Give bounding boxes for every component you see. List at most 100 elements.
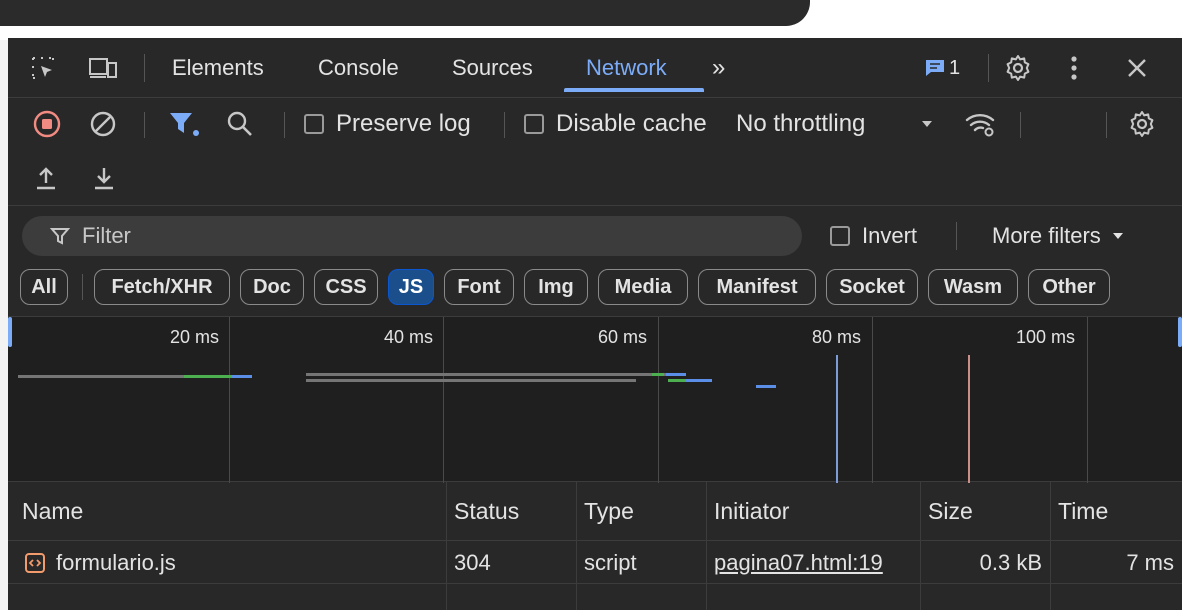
timeline-tick-label: 20 ms bbox=[170, 327, 220, 347]
timeline-tick-label: 60 ms bbox=[598, 327, 648, 347]
active-tab-indicator bbox=[564, 88, 704, 92]
filter-placeholder: Filter bbox=[82, 223, 131, 248]
type-filter-all[interactable]: All bbox=[20, 269, 68, 305]
initiator-link[interactable]: pagina07.html:19 bbox=[714, 550, 883, 576]
resource-type-filters: All Fetch/XHR Doc CSS JS Font Img Media … bbox=[8, 266, 1182, 312]
column-header-name[interactable]: Name bbox=[14, 482, 444, 540]
script-file-icon bbox=[24, 552, 46, 574]
tab-elements[interactable]: Elements bbox=[172, 38, 264, 98]
disable-cache-label: Disable cache bbox=[556, 110, 707, 137]
more-filters-dropdown[interactable]: More filters bbox=[992, 216, 1125, 256]
settings-gear-icon[interactable] bbox=[1004, 38, 1032, 98]
more-filters-label: More filters bbox=[992, 223, 1101, 248]
issues-badge[interactable]: 1 bbox=[924, 38, 960, 98]
column-header-size[interactable]: Size bbox=[920, 482, 1050, 540]
clear-icon[interactable] bbox=[88, 104, 118, 144]
close-icon[interactable] bbox=[1126, 38, 1148, 98]
browser-tab-strip bbox=[0, 0, 810, 26]
issues-icon bbox=[924, 58, 946, 78]
export-har-icon[interactable] bbox=[92, 158, 116, 198]
type-filter-img[interactable]: Img bbox=[524, 269, 588, 305]
toolbar-divider bbox=[284, 112, 285, 138]
filter-row: Filter Invert More filters bbox=[8, 206, 1182, 266]
cell-status: 304 bbox=[454, 550, 491, 575]
invert-label: Invert bbox=[862, 223, 918, 248]
toolbar-divider bbox=[144, 112, 145, 138]
filter-divider bbox=[956, 222, 957, 250]
table-row[interactable]: formulario.js 304 script pagina07.html:1… bbox=[8, 540, 1182, 584]
column-header-time[interactable]: Time bbox=[1050, 482, 1182, 540]
preserve-log-checkbox[interactable]: Preserve log bbox=[304, 104, 471, 144]
timeline-request-bar bbox=[756, 385, 776, 388]
timeline-left-handle[interactable] bbox=[8, 317, 12, 347]
device-toolbar-icon[interactable] bbox=[88, 38, 118, 98]
type-filter-wasm[interactable]: Wasm bbox=[928, 269, 1018, 305]
type-filter-font[interactable]: Font bbox=[444, 269, 514, 305]
record-stop-icon[interactable] bbox=[32, 104, 62, 144]
issues-count: 1 bbox=[949, 56, 961, 79]
chevron-down-icon[interactable] bbox=[920, 104, 934, 144]
tab-divider bbox=[144, 54, 145, 82]
toolbar-divider bbox=[1020, 112, 1021, 138]
type-filter-socket[interactable]: Socket bbox=[826, 269, 918, 305]
throttling-select[interactable]: No throttling bbox=[736, 104, 865, 144]
cell-size: 0.3 kB bbox=[979, 550, 1042, 575]
timeline-gridline bbox=[443, 317, 444, 483]
requests-table: Name Status Type Initiator Size Time for… bbox=[8, 482, 1182, 610]
devtools-panel: Elements Console Sources Network » 1 Pre… bbox=[8, 38, 1182, 610]
network-toolbar: Preserve log Disable cache No throttling bbox=[8, 98, 1182, 206]
type-filter-fetch-xhr[interactable]: Fetch/XHR bbox=[94, 269, 230, 305]
import-har-icon[interactable] bbox=[34, 158, 58, 198]
timeline-request-bar bbox=[184, 375, 232, 378]
preserve-log-box[interactable] bbox=[304, 114, 324, 134]
tab-console[interactable]: Console bbox=[318, 38, 399, 98]
type-filter-css[interactable]: CSS bbox=[314, 269, 378, 305]
timeline-request-bar bbox=[306, 373, 666, 376]
network-settings-gear-icon[interactable] bbox=[1128, 104, 1156, 144]
timeline-request-bar bbox=[666, 373, 686, 376]
type-filter-manifest[interactable]: Manifest bbox=[698, 269, 816, 305]
timeline-gridline bbox=[872, 317, 873, 483]
search-icon[interactable] bbox=[226, 104, 254, 144]
invert-checkbox[interactable]: Invert bbox=[830, 216, 917, 256]
column-header-status[interactable]: Status bbox=[446, 482, 576, 540]
preserve-log-label: Preserve log bbox=[336, 110, 471, 137]
timeline-tick-label: 80 ms bbox=[812, 327, 862, 347]
network-overview-timeline[interactable]: 20 ms 40 ms 60 ms 80 ms 100 ms bbox=[8, 316, 1182, 483]
filter-input[interactable]: Filter bbox=[22, 216, 802, 256]
type-filter-doc[interactable]: Doc bbox=[240, 269, 304, 305]
timeline-request-bar bbox=[232, 375, 252, 378]
filter-funnel-icon bbox=[50, 226, 70, 246]
type-filter-other[interactable]: Other bbox=[1028, 269, 1110, 305]
timeline-request-bar bbox=[306, 379, 636, 382]
cell-time: 7 ms bbox=[1126, 550, 1174, 575]
chevron-down-icon bbox=[1111, 231, 1125, 241]
invert-box[interactable] bbox=[830, 226, 850, 246]
timeline-tick-label: 100 ms bbox=[1016, 327, 1076, 347]
disable-cache-box[interactable] bbox=[524, 114, 544, 134]
more-tabs-button[interactable]: » bbox=[712, 38, 725, 98]
timeline-gridline bbox=[229, 317, 230, 483]
cell-initiator: pagina07.html:19 bbox=[706, 541, 920, 585]
inspect-element-icon[interactable] bbox=[30, 38, 56, 98]
timeline-request-bar bbox=[18, 375, 188, 378]
timeline-tick-label: 40 ms bbox=[384, 327, 434, 347]
load-event-marker bbox=[968, 355, 970, 483]
timeline-gridline bbox=[658, 317, 659, 483]
filter-funnel-icon[interactable] bbox=[168, 104, 200, 144]
request-name: formulario.js bbox=[56, 550, 176, 575]
network-conditions-icon[interactable] bbox=[964, 104, 998, 144]
tab-divider bbox=[988, 54, 989, 82]
type-filter-js[interactable]: JS bbox=[388, 269, 434, 305]
column-header-initiator[interactable]: Initiator bbox=[706, 482, 920, 540]
type-filter-media[interactable]: Media bbox=[598, 269, 688, 305]
timeline-request-bar bbox=[668, 379, 686, 382]
disable-cache-checkbox[interactable]: Disable cache bbox=[524, 104, 707, 144]
column-header-type[interactable]: Type bbox=[576, 482, 706, 540]
chip-divider bbox=[82, 274, 83, 300]
timeline-right-handle[interactable] bbox=[1178, 317, 1182, 347]
tab-sources[interactable]: Sources bbox=[452, 38, 533, 98]
cell-name[interactable]: formulario.js bbox=[16, 541, 444, 585]
timeline-gridline bbox=[1087, 317, 1088, 483]
more-options-icon[interactable] bbox=[1070, 38, 1078, 98]
